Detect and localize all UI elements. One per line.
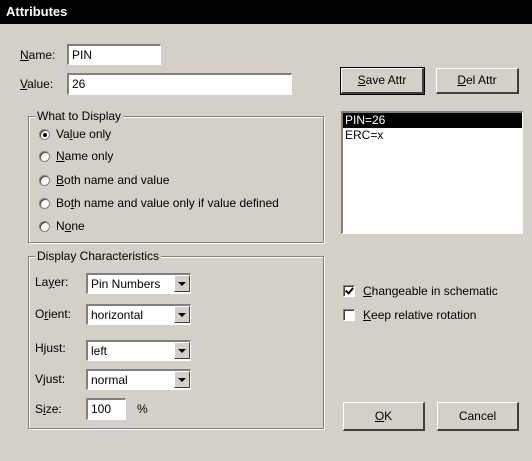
name-label: Name:	[20, 48, 56, 62]
radio-label: Value only	[56, 127, 112, 141]
save-attr-button[interactable]: Save Attr	[340, 67, 425, 95]
radio-label: Both name and value	[56, 173, 170, 187]
attribute-list[interactable]: PIN=26 ERC=x	[341, 111, 523, 234]
changeable-checkbox[interactable]: Changeable in schematic	[343, 282, 498, 300]
radio-button[interactable]	[39, 128, 50, 140]
hjust-select[interactable]: left	[86, 340, 191, 361]
group-title: What to Display	[35, 109, 124, 123]
radio-button[interactable]	[39, 150, 50, 162]
chevron-down-icon[interactable]	[174, 306, 190, 323]
cancel-button[interactable]: Cancel	[437, 402, 519, 431]
list-item[interactable]: PIN=26	[343, 113, 522, 128]
radio-value-only[interactable]: Value only	[39, 125, 111, 143]
size-field[interactable]: 100	[86, 398, 126, 420]
radio-name-only[interactable]: Name only	[39, 147, 113, 165]
radio-none[interactable]: None	[39, 217, 85, 235]
radio-both-if-defined[interactable]: Both name and value only if value define…	[39, 194, 279, 212]
group-title: Display Characteristics	[35, 249, 162, 263]
size-unit: %	[137, 402, 148, 416]
hjust-label: Hjust:	[35, 341, 66, 355]
size-label: Size:	[35, 402, 62, 416]
ok-button[interactable]: OK	[343, 402, 425, 431]
radio-both[interactable]: Both name and value	[39, 171, 169, 189]
vjust-label: Vjust:	[35, 372, 66, 386]
chevron-down-icon[interactable]	[174, 342, 190, 359]
value-field[interactable]: 26	[67, 73, 292, 95]
what-to-display-group: What to Display Value only Name only Bot…	[28, 109, 324, 243]
layer-label: Layer:	[35, 275, 69, 289]
radio-button[interactable]	[39, 220, 50, 232]
list-item[interactable]: ERC=x	[343, 128, 522, 143]
del-attr-button[interactable]: Del Attr	[436, 68, 519, 94]
title-bar: Attributes	[0, 0, 532, 24]
radio-label: None	[56, 219, 85, 233]
radio-label: Both name and value only if value define…	[56, 196, 279, 210]
checkbox[interactable]	[343, 285, 355, 297]
layer-select[interactable]: Pin Numbers	[86, 273, 191, 294]
checkbox[interactable]	[343, 309, 355, 321]
orient-select[interactable]: horizontal	[86, 304, 191, 325]
checkbox-label: Keep relative rotation	[363, 308, 477, 322]
radio-button[interactable]	[39, 174, 50, 186]
vjust-select[interactable]: normal	[86, 369, 191, 390]
orient-label: Orient:	[35, 307, 72, 321]
checkbox-label: Changeable in schematic	[363, 284, 498, 298]
radio-button[interactable]	[39, 197, 50, 209]
value-label: Value:	[20, 77, 54, 91]
chevron-down-icon[interactable]	[174, 371, 190, 388]
window-title: Attributes	[6, 4, 68, 19]
chevron-down-icon[interactable]	[174, 275, 190, 292]
radio-label: Name only	[56, 149, 114, 163]
name-field[interactable]: PIN	[67, 44, 161, 65]
keep-rotation-checkbox[interactable]: Keep relative rotation	[343, 306, 476, 324]
